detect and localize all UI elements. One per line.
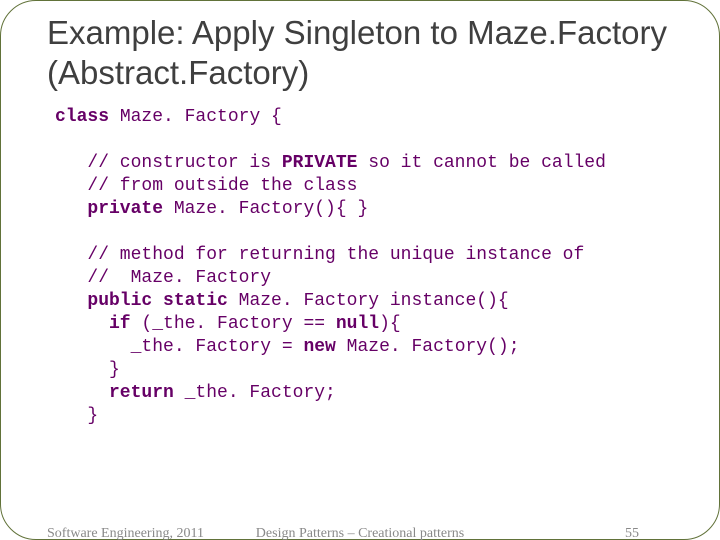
kw-return: return <box>55 383 185 403</box>
code-text: ){ <box>379 314 401 334</box>
code-text: Maze. Factory instance(){ <box>239 291 509 311</box>
comment: // from outside the class <box>55 176 357 196</box>
footer-right: 55 <box>625 526 639 540</box>
comment: so it cannot be called <box>357 153 605 173</box>
kw-private: private <box>55 199 174 219</box>
emph-private: PRIVATE <box>282 153 358 173</box>
code-text: } <box>55 360 120 380</box>
kw-if: if <box>55 314 141 334</box>
comment: // Maze. Factory <box>55 268 271 288</box>
kw-class: class <box>55 107 109 127</box>
slide: Example: Apply Singleton to Maze.Factory… <box>0 0 720 540</box>
code-text: Maze. Factory { <box>109 107 282 127</box>
kw-public-static: public static <box>55 291 239 311</box>
comment: // constructor is <box>55 153 282 173</box>
code-text: _the. Factory; <box>185 383 336 403</box>
code-text: (_the. Factory == <box>141 314 335 334</box>
code-text: Maze. Factory(); <box>347 337 520 357</box>
code-text: } <box>55 406 98 426</box>
kw-null: null <box>336 314 379 334</box>
footer-center: Design Patterns – Creational patterns <box>1 526 719 540</box>
comment: // method for returning the unique insta… <box>55 245 584 265</box>
code-block: class Maze. Factory { // constructor is … <box>19 94 701 428</box>
slide-title: Example: Apply Singleton to Maze.Factory… <box>19 13 701 94</box>
kw-new: new <box>303 337 346 357</box>
code-text: Maze. Factory(){ } <box>174 199 368 219</box>
code-text: _the. Factory = <box>55 337 303 357</box>
